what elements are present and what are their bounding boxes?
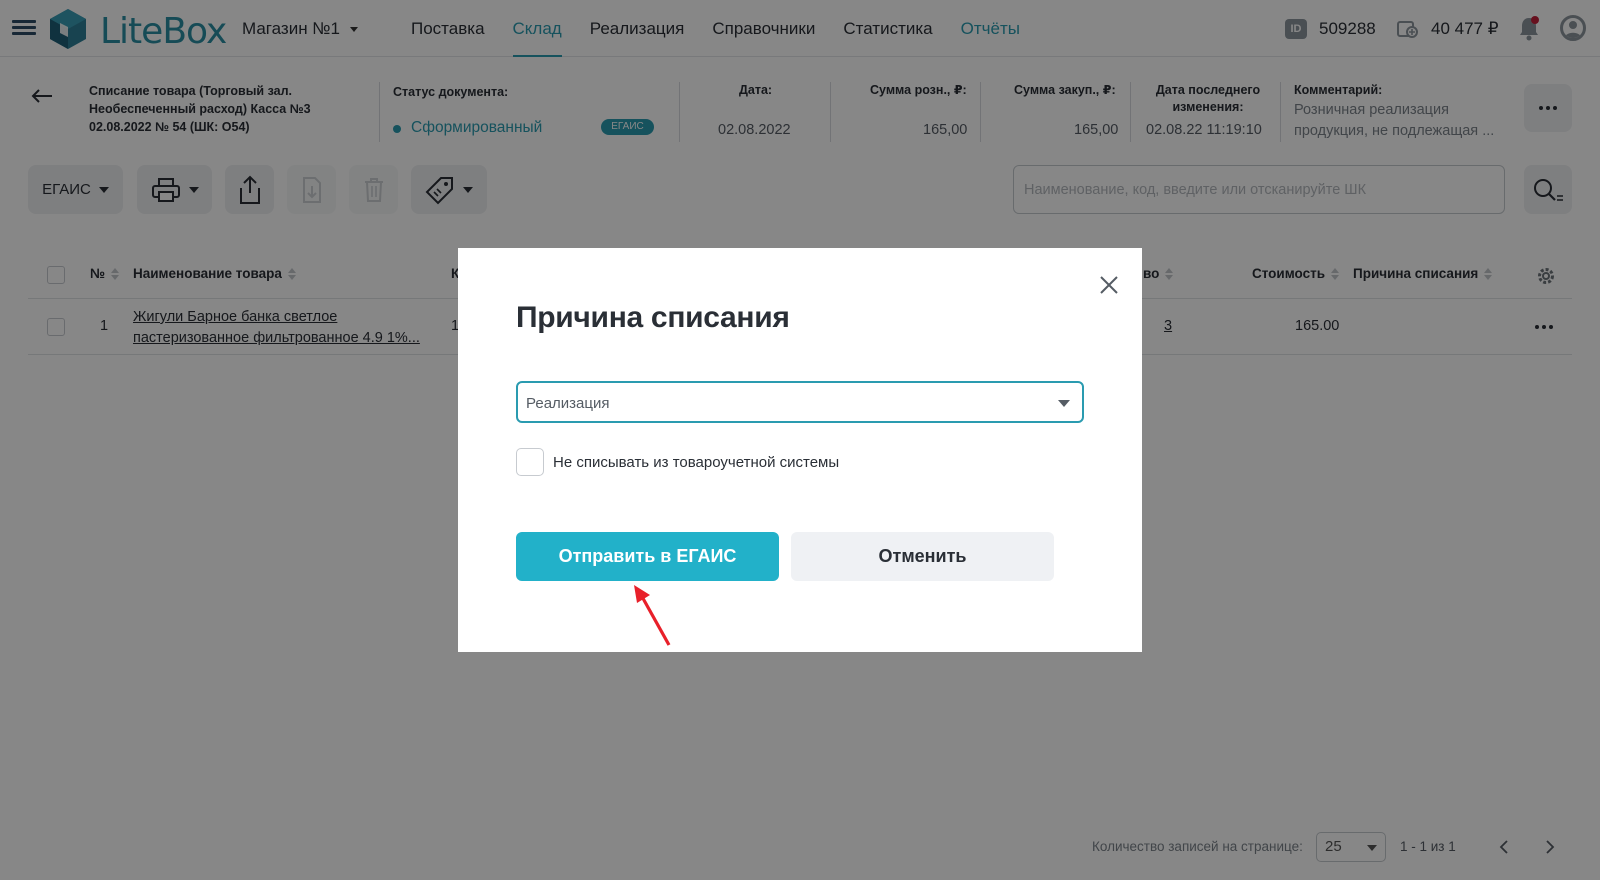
cancel-button[interactable]: Отменить [791,532,1054,581]
skip-inventory-checkbox[interactable] [516,448,544,476]
reason-select[interactable]: Реализация [516,381,1084,423]
skip-inventory-label[interactable]: Не списывать из товароучетной системы [553,454,839,471]
annotation-arrow-icon [634,585,671,646]
close-icon[interactable] [1099,275,1119,295]
writeoff-reason-dialog: Причина списания Реализация Не списывать… [458,248,1142,652]
send-to-egais-button[interactable]: Отправить в ЕГАИС [516,532,779,581]
dropdown-arrow-icon [1058,400,1070,407]
dialog-title: Причина списания [516,301,790,334]
reason-select-value: Реализация [526,395,610,412]
